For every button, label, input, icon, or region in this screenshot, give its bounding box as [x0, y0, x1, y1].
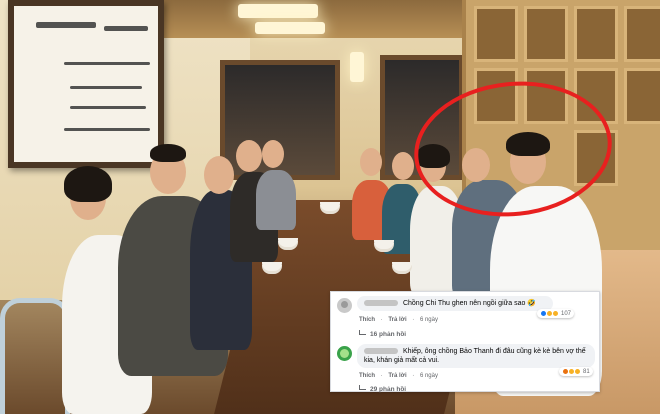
comment-bubble: Khiếp, ông chồng Bảo Thanh đi đâu cũng k… [357, 344, 595, 368]
person-head [360, 148, 382, 176]
person-hair [64, 166, 112, 202]
person-head [262, 140, 284, 168]
comment-panel: Chồng Chi Thu ghen nên ngồi giữa sao 🤣 1… [330, 291, 600, 393]
reaction-wow-icon [552, 310, 559, 317]
ceiling-lamp [255, 22, 325, 34]
ceiling-lamp [238, 4, 318, 18]
view-replies-link[interactable]: 16 phản hồi [359, 330, 407, 338]
like-link[interactable]: Thích [359, 317, 375, 323]
person-head [204, 156, 234, 194]
like-link[interactable]: Thích [359, 373, 375, 379]
blurred-username[interactable] [364, 300, 398, 307]
replies-count-label: 29 phản hồi [370, 386, 407, 393]
comment-text: Chồng Chi Thu ghen nên ngồi giữa sao 🤣 [402, 300, 537, 307]
chair [0, 298, 70, 414]
reply-arrow-icon [359, 385, 366, 390]
comment-time: 6 ngày [419, 373, 438, 379]
calligraphy-painting [8, 0, 164, 168]
user-avatar-icon[interactable] [337, 298, 352, 313]
reply-link[interactable]: Trả lời [388, 317, 406, 323]
person [256, 170, 296, 230]
reply-arrow-icon [359, 330, 366, 335]
reaction-wow-icon [574, 368, 581, 375]
comment-item: Chồng Chi Thu ghen nên ngồi giữa sao 🤣 1… [337, 296, 593, 344]
comment-bubble: Chồng Chi Thu ghen nên ngồi giữa sao 🤣 [357, 296, 553, 311]
person-head [236, 140, 262, 172]
comment-actions: Thích · Trả lời · 6 ngày [359, 317, 438, 323]
person-head [392, 152, 414, 180]
reaction-summary[interactable]: 81 [559, 367, 593, 376]
user-avatar-icon[interactable] [337, 346, 352, 361]
wall-lamp [350, 52, 364, 82]
view-replies-link[interactable]: 29 phản hồi [359, 385, 407, 393]
reaction-count: 81 [583, 368, 590, 375]
reaction-summary[interactable]: 107 [537, 309, 575, 318]
reaction-count: 107 [561, 310, 572, 317]
comment-actions: Thích · Trả lời · 6 ngày [359, 373, 438, 379]
comment-time: 6 ngày [419, 317, 438, 323]
blurred-username[interactable] [364, 348, 398, 355]
reply-link[interactable]: Trả lời [388, 373, 406, 379]
replies-count-label: 16 phản hồi [370, 331, 407, 338]
person-hair [150, 144, 186, 162]
comment-item: Khiếp, ông chồng Bảo Thanh đi đâu cũng k… [337, 344, 595, 393]
